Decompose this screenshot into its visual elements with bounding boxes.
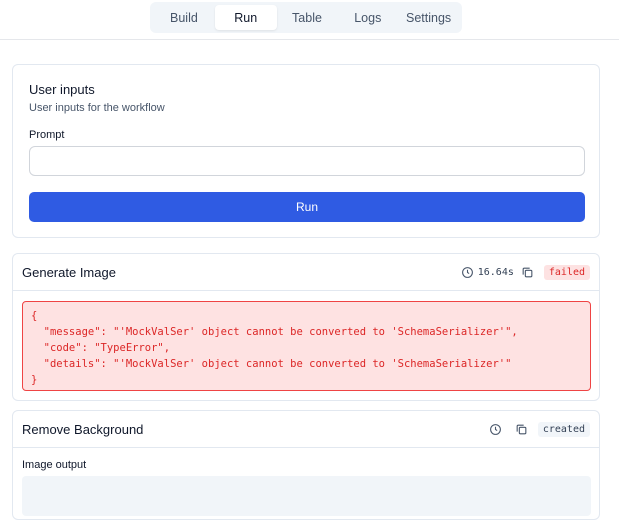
status-badge: created [537, 421, 590, 437]
clock-icon [461, 266, 474, 279]
top-navigation: Build Run Table Logs Settings [0, 0, 619, 40]
tab-bar: Build Run Table Logs Settings [150, 2, 462, 33]
remove-background-card: Remove Background created Image output [12, 410, 600, 520]
tab-table[interactable]: Table [277, 5, 338, 30]
status-badge: failed [543, 264, 590, 280]
tab-settings[interactable]: Settings [398, 5, 459, 30]
tab-build[interactable]: Build [153, 5, 215, 30]
card-header: Generate Image 16.64s failed [13, 254, 599, 291]
tab-run[interactable]: Run [214, 5, 277, 30]
error-line: "message": "'MockValSer' object cannot b… [31, 326, 518, 338]
card-title: User inputs [29, 82, 95, 97]
step-meta: 16.64s failed [461, 263, 590, 281]
card-subtitle: User inputs for the workflow [29, 102, 165, 114]
error-line: "code": "TypeError", [31, 342, 171, 354]
error-line: } [31, 374, 38, 386]
step-meta: created [489, 420, 590, 438]
clock-icon [489, 423, 502, 436]
duration-text: 16.64s [477, 266, 514, 278]
card-title: Generate Image [22, 265, 116, 280]
copy-icon[interactable] [521, 266, 534, 279]
image-output-area [22, 476, 591, 516]
image-output-label: Image output [22, 459, 87, 471]
copy-icon[interactable] [515, 423, 528, 436]
generate-image-card: Generate Image 16.64s failed { "message"… [12, 253, 600, 401]
user-inputs-card: User inputs User inputs for the workflow… [12, 64, 600, 238]
run-button[interactable]: Run [29, 192, 585, 222]
card-header: Remove Background created [13, 411, 599, 448]
error-line: "details": "'MockValSer' object cannot b… [31, 358, 512, 370]
card-title: Remove Background [22, 422, 144, 437]
prompt-input[interactable] [29, 146, 585, 176]
error-output: { "message": "'MockValSer' object cannot… [22, 301, 591, 391]
prompt-label: Prompt [29, 129, 65, 141]
error-line: { [31, 310, 38, 322]
tab-logs[interactable]: Logs [337, 5, 398, 30]
